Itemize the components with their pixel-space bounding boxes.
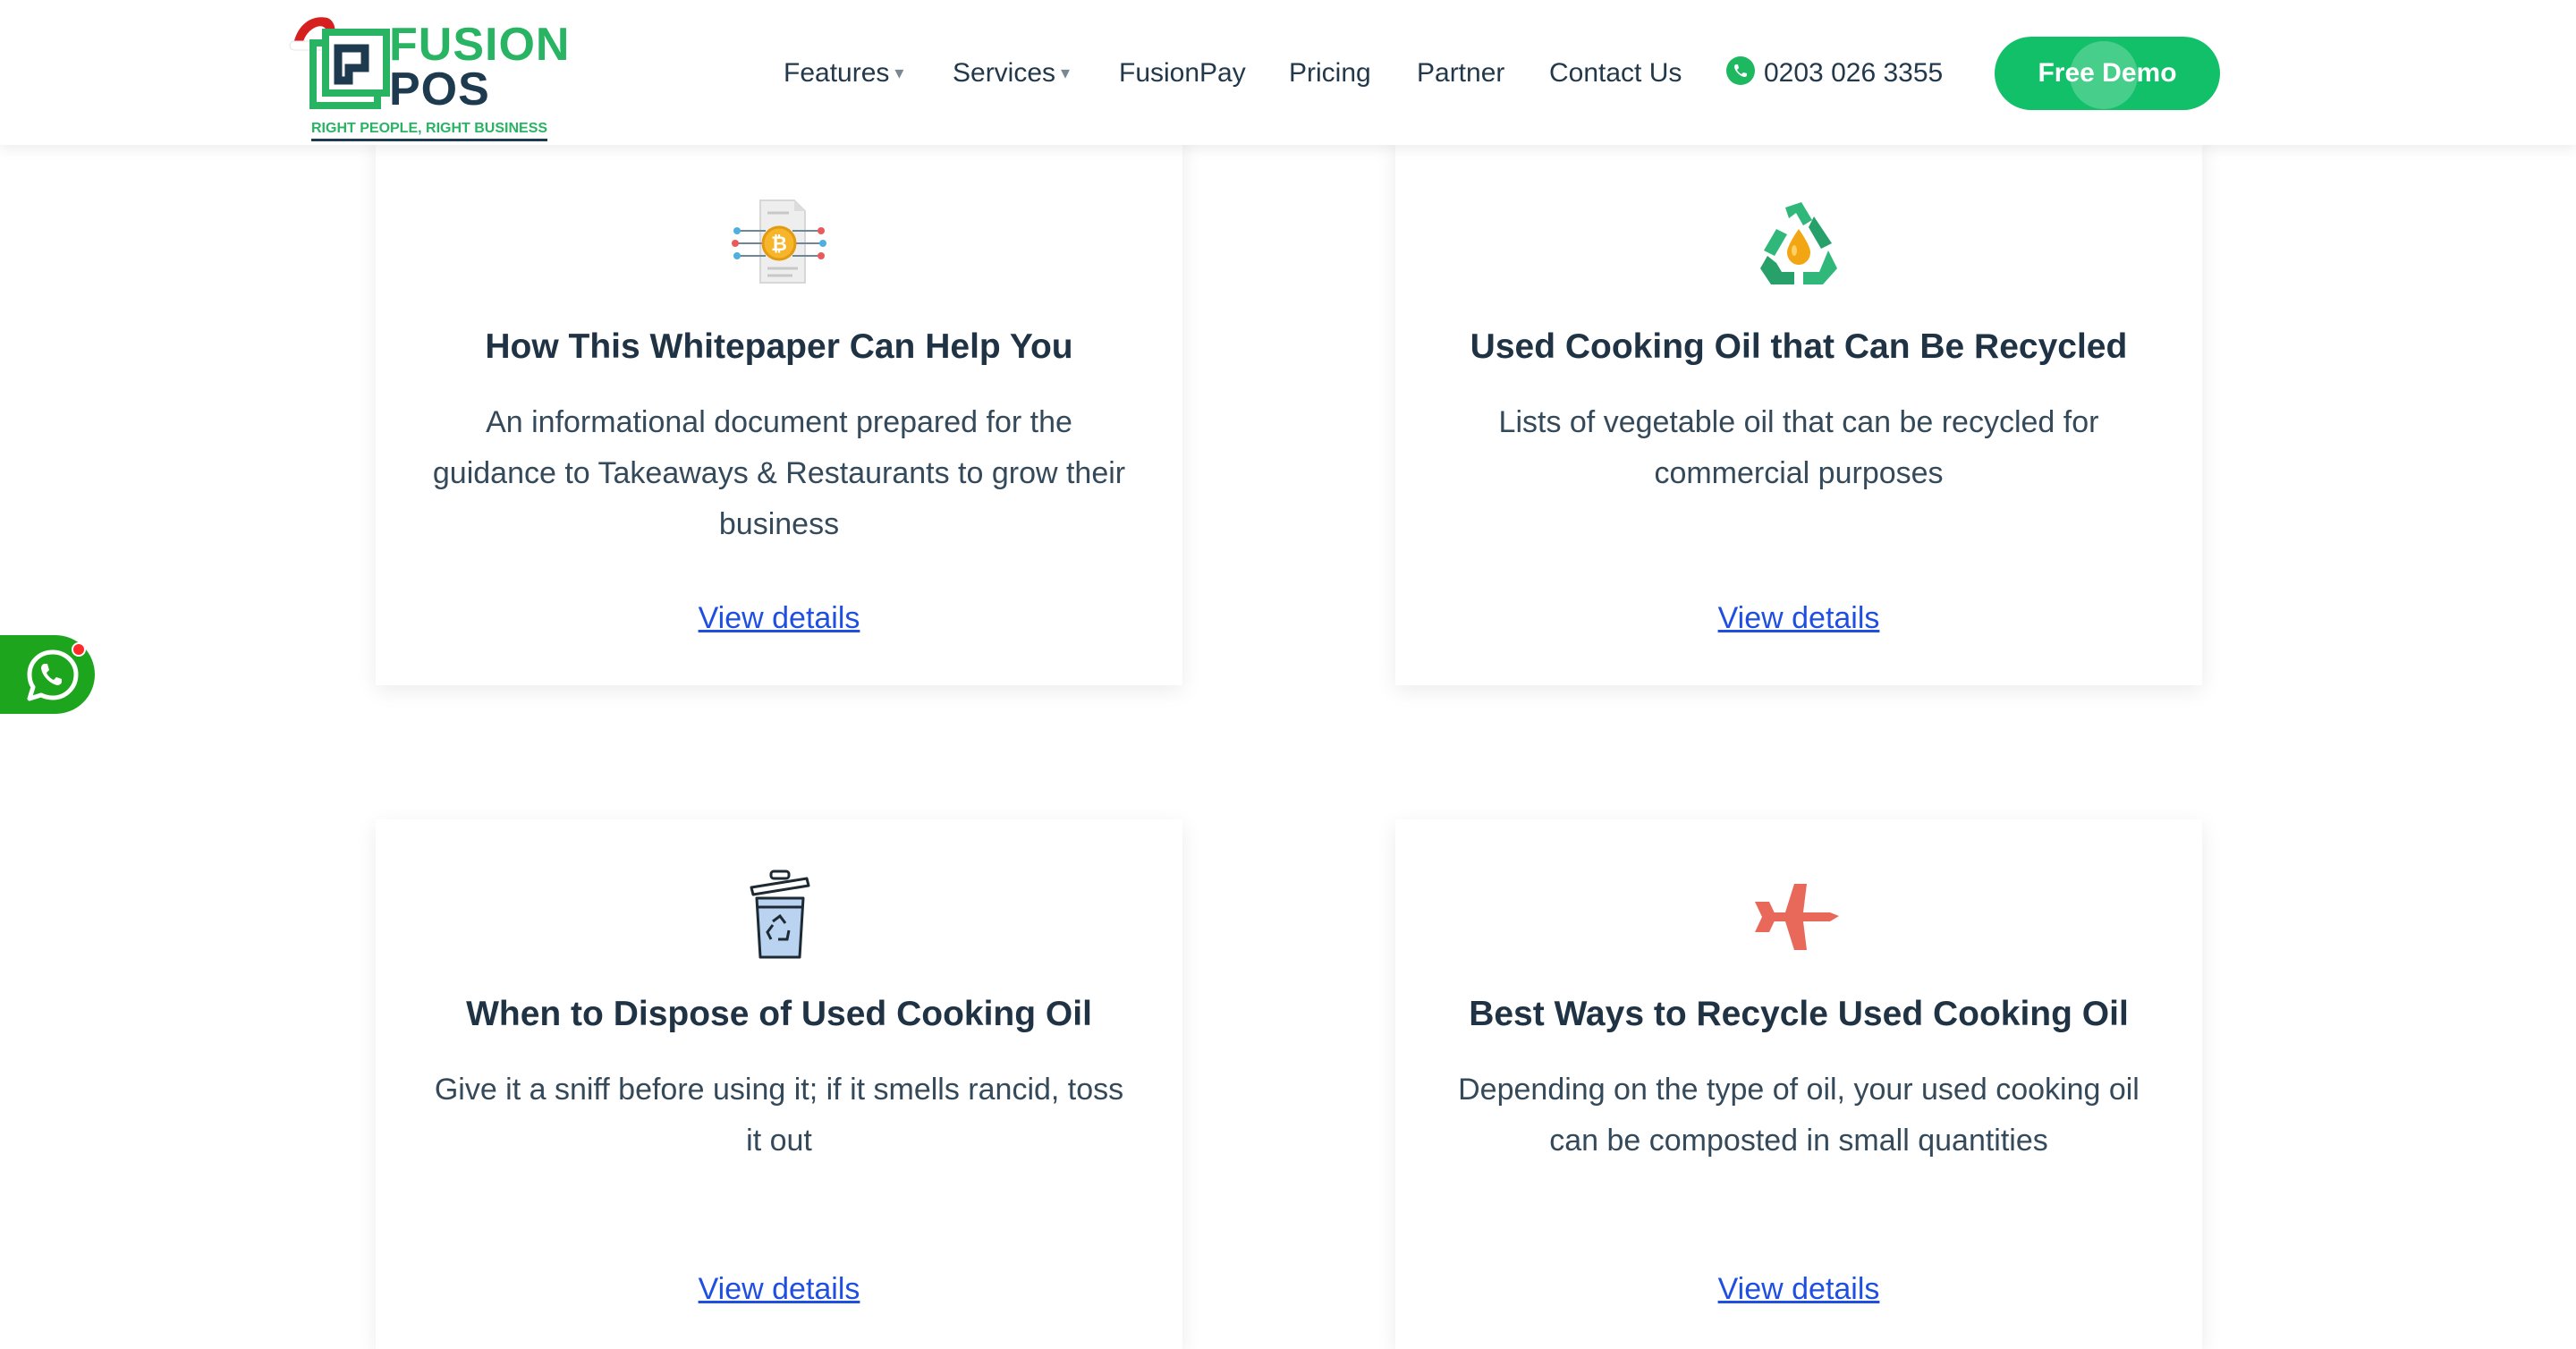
- card-description: Give it a sniff before using it; if it s…: [434, 1073, 1124, 1158]
- view-details-link[interactable]: View details: [1395, 596, 2202, 641]
- nav-features[interactable]: Features ▾: [784, 54, 903, 93]
- nav-services-label: Services: [953, 58, 1056, 88]
- nav-contact-us[interactable]: Contact Us: [1549, 54, 1682, 93]
- logo-word-pos: POS: [389, 64, 490, 115]
- svg-text:₿: ₿: [771, 233, 787, 255]
- phone-link[interactable]: 0203 026 3355: [1726, 54, 1943, 93]
- bitcoin-document-icon: ₿: [732, 199, 826, 284]
- view-details-link[interactable]: View details: [376, 1267, 1182, 1311]
- card-recyclable-oil: Used Cooking Oil that Can Be Recycled Li…: [1395, 134, 2202, 685]
- fusion-pos-logo[interactable]: FUSION POS RIGHT PEOPLE, RIGHT BUSINESS: [288, 9, 569, 141]
- free-demo-button[interactable]: Free Demo: [1995, 37, 2220, 110]
- card-description: Depending on the type of oil, your used …: [1458, 1073, 2140, 1158]
- card-title: Best Ways to Recycle Used Cooking Oil: [1469, 995, 2129, 1033]
- phone-number: 0203 026 3355: [1764, 58, 1944, 88]
- phone-icon: [1726, 56, 1755, 85]
- logo-word-fusion: FUSION: [389, 19, 571, 71]
- notification-dot: [72, 642, 86, 657]
- card-description: An informational document prepared for t…: [432, 405, 1126, 541]
- recycle-bin-icon: [750, 870, 810, 959]
- nav-services[interactable]: Services ▾: [953, 54, 1070, 93]
- whatsapp-icon: [27, 649, 79, 701]
- card-recycle-ways: Best Ways to Recycle Used Cooking Oil De…: [1395, 819, 2202, 1349]
- nav-pricing[interactable]: Pricing: [1289, 54, 1371, 93]
- chevron-down-icon: ▾: [1061, 64, 1071, 83]
- site-header: FUSION POS RIGHT PEOPLE, RIGHT BUSINESS …: [0, 0, 2576, 145]
- nav-features-label: Features: [784, 58, 890, 88]
- card-whitepaper: ₿ How This Whitepaper Can Help You An in…: [376, 134, 1182, 685]
- chevron-down-icon: ▾: [894, 64, 904, 83]
- view-details-link[interactable]: View details: [376, 596, 1182, 641]
- airplane-icon: [1755, 884, 1839, 950]
- nav-partner[interactable]: Partner: [1417, 54, 1504, 93]
- free-demo-label: Free Demo: [2038, 58, 2177, 88]
- nav-fusionpay[interactable]: FusionPay: [1119, 54, 1246, 93]
- card-dispose-oil: When to Dispose of Used Cooking Oil Give…: [376, 819, 1182, 1349]
- recycle-oil-icon: [1760, 202, 1837, 284]
- logo-tagline: RIGHT PEOPLE, RIGHT BUSINESS: [311, 122, 548, 141]
- fusion-pos-mark-icon: [309, 29, 390, 109]
- card-title: How This Whitepaper Can Help You: [485, 327, 1073, 366]
- whatsapp-button[interactable]: [0, 635, 95, 714]
- view-details-link[interactable]: View details: [1395, 1267, 2202, 1311]
- card-title: When to Dispose of Used Cooking Oil: [466, 995, 1092, 1033]
- card-description: Lists of vegetable oil that can be recyc…: [1498, 405, 2099, 490]
- card-title: Used Cooking Oil that Can Be Recycled: [1470, 327, 2128, 366]
